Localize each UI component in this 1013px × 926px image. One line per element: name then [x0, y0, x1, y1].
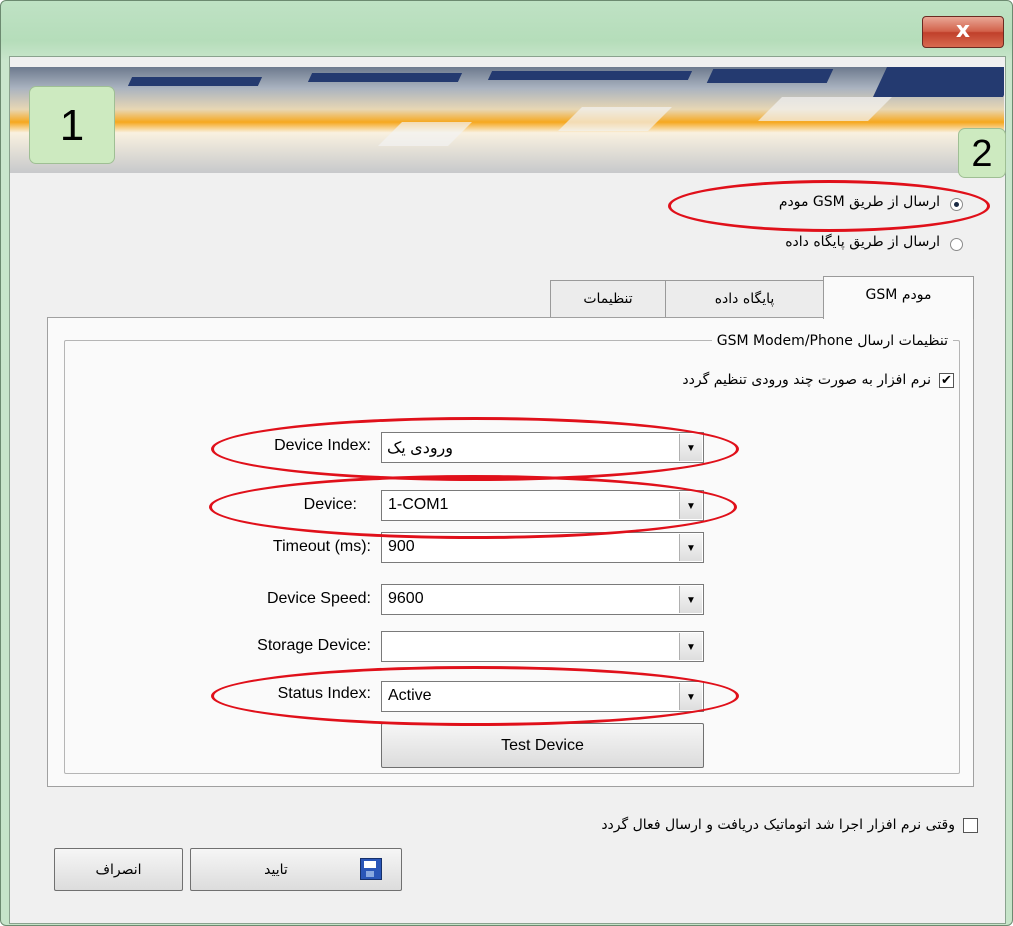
tab-gsm-modem[interactable]: GSM مودم: [823, 276, 974, 319]
chevron-down-icon[interactable]: ▼: [679, 586, 702, 613]
timeout-value: 900: [388, 538, 415, 555]
tab-settings[interactable]: تنظیمات: [550, 280, 666, 317]
save-icon: [360, 858, 382, 880]
cancel-button[interactable]: انصراف: [54, 848, 183, 891]
header-banner-image: [10, 67, 1004, 173]
annotation-ellipse-device-index: [211, 417, 739, 481]
multi-input-checkbox-label: نرم افزار به صورت چند ورودی تنظیم گردد: [682, 372, 931, 388]
chevron-down-icon[interactable]: ▼: [679, 534, 702, 561]
cancel-button-label: انصراف: [95, 862, 142, 878]
group-box-title: تنظیمات ارسال GSM Modem/Phone: [711, 331, 953, 349]
ok-button-label: تایید: [264, 862, 288, 878]
auto-send-checkbox[interactable]: [963, 818, 978, 833]
multi-input-checkbox[interactable]: ✔: [939, 373, 954, 388]
group-title-text: تنظیمات ارسال GSM Modem/Phone: [711, 333, 953, 349]
annotation-2: 2: [958, 128, 1006, 178]
storage-device-select[interactable]: ▼: [381, 631, 704, 662]
storage-device-label: Storage Device:: [257, 637, 371, 654]
device-speed-select[interactable]: 9600 ▼: [381, 584, 704, 615]
annotation-ellipse-gsm-option: [668, 180, 990, 232]
close-button[interactable]: x: [922, 16, 1004, 48]
test-device-button[interactable]: Test Device: [381, 723, 704, 768]
device-speed-label: Device Speed:: [266, 590, 371, 607]
radio-send-database[interactable]: [950, 238, 963, 251]
annotation-1: 1: [29, 86, 115, 164]
device-speed-value: 9600: [388, 590, 424, 607]
annotation-ellipse-status-index: [211, 666, 739, 726]
tab-database[interactable]: پایگاه داده: [664, 280, 825, 317]
annotation-ellipse-device: [209, 475, 737, 539]
timeout-label: Timeout (ms):: [272, 538, 371, 555]
chevron-down-icon[interactable]: ▼: [679, 633, 702, 660]
radio-send-database-label: ارسال از طریق پایگاه داده: [785, 234, 940, 250]
auto-send-checkbox-label: وقتی نرم افزار اجرا شد اتوماتیک دریافت و…: [601, 817, 955, 833]
